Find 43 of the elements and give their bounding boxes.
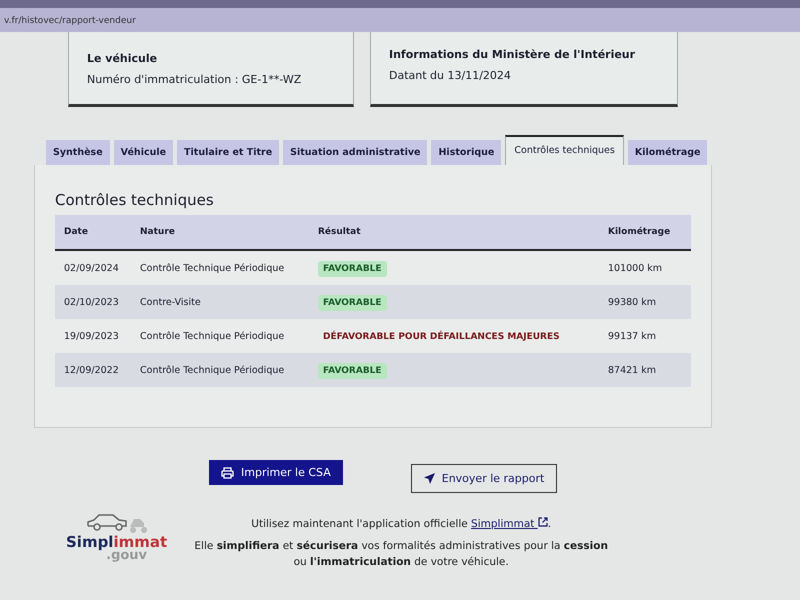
card-text: Numéro d'immatriculation : GE-1**-WZ [87, 73, 302, 86]
print-button[interactable]: Imprimer le CSA [209, 460, 343, 485]
table-cell-text: 99380 km [608, 296, 657, 308]
table-cell-text: Contre-Visite [140, 296, 202, 308]
footer-sentence: Utilisez maintenant l'application officielle Simplimmat . [250, 517, 552, 532]
external-link-icon [538, 517, 548, 527]
tab[interactable]: Situation administrative [283, 140, 428, 165]
table-cell-text: 19/09/2023 [64, 330, 120, 342]
table-cell-text: 12/09/2022 [64, 364, 120, 376]
tab[interactable]: Véhicule [114, 140, 174, 165]
table-cell-text: Contrôle Technique Périodique [140, 364, 286, 376]
card-text: Datant du 13/11/2024 [389, 69, 512, 82]
send-arrow-icon [424, 473, 435, 484]
column-header: Date [64, 227, 89, 237]
column-header: Kilométrage [608, 227, 672, 237]
printer-icon [221, 466, 234, 478]
table-cell-text: 101000 km [608, 262, 664, 274]
result-badge: FAVORABLE [318, 260, 387, 276]
result-text: DÉFAVORABLE POUR DÉFAILLANCES MAJEURES [322, 330, 561, 344]
address-bar[interactable]: v.fr/histovec/rapport-vendeur [0, 8, 800, 32]
table-cell-text: 02/09/2024 [64, 262, 120, 274]
footer-paragraph: Elle simplifiera et sécurisera vos formalités administratives pour la cession ou l'immatriculation de votre véhicule. [193, 538, 609, 570]
simplimmat-link[interactable]: Simplimmat [471, 518, 548, 530]
table-cell-text: 99137 km [608, 330, 657, 342]
result-badge: FAVORABLE [318, 294, 387, 310]
table-cell-text: 87421 km [608, 364, 657, 376]
section-title: Contrôles techniques [55, 191, 215, 209]
tab[interactable]: Historique [431, 140, 502, 165]
logo-wordmark: Simplimmat [66, 533, 168, 551]
card-title: Le véhicule [87, 52, 158, 65]
tab[interactable]: Synthèse [46, 140, 110, 165]
column-header: Nature [140, 227, 176, 237]
result-badge: FAVORABLE [318, 362, 387, 378]
table-cell-text: Contrôle Technique Périodique [140, 262, 286, 274]
tab[interactable]: Kilométrage [628, 140, 708, 165]
table-cell-text: 02/10/2023 [64, 296, 120, 308]
logo-suffix: .gouv [106, 548, 148, 563]
send-report-button[interactable]: Envoyer le rapport [410, 464, 558, 493]
column-header: Résultat [318, 227, 362, 237]
card-title: Informations du Ministère de l'Intérieur [389, 48, 636, 61]
tab[interactable]: Contrôles techniques [505, 135, 624, 165]
table-cell-text: Contrôle Technique Périodique [140, 330, 286, 342]
tab[interactable]: Titulaire et Titre [177, 140, 280, 165]
